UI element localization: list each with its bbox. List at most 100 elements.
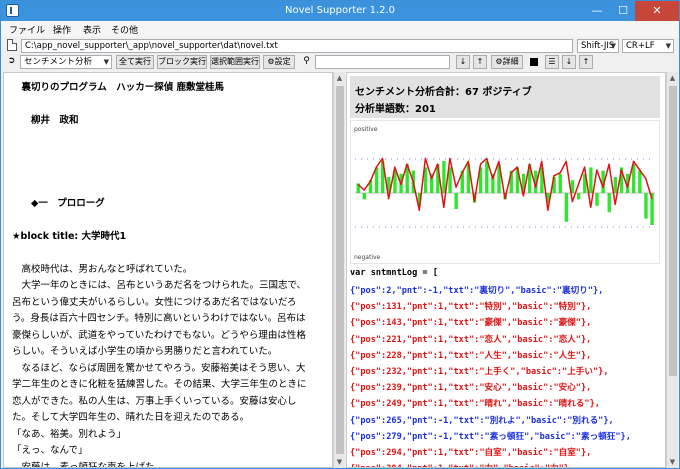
menu-view[interactable]: 表示 — [83, 23, 101, 36]
gear-icon: ⚙ — [267, 57, 275, 66]
toolbar: ➲ センチメント分析 ▼ 全て実行 ブロック実行 選択範囲実行 ⚙設定 ⚲ ↓ … — [1, 55, 679, 70]
close-button[interactable]: ✕ — [635, 1, 679, 21]
novel-line: 裏切りのプログラム ハッカー探偵 鹿敷堂桂馬 — [12, 82, 225, 93]
chart-bar — [558, 173, 562, 193]
path-bar: C:\app_novel_supporter\_app\novel_suppor… — [1, 37, 679, 54]
chart-bar — [644, 193, 648, 219]
log-entry: {"pos":304,"pnt":1,"txt":"力","basic":"力"… — [350, 462, 574, 467]
scroll-thumb[interactable] — [669, 86, 677, 376]
search-up-button[interactable]: ↑ — [473, 55, 487, 69]
chart-bar — [454, 193, 458, 209]
novel-line: 柳井 政和 — [12, 115, 79, 126]
settings-label: 設定 — [274, 57, 291, 66]
search-down-button[interactable]: ↓ — [456, 55, 470, 69]
scroll-up-button[interactable]: ↑ — [579, 55, 593, 69]
encoding-select[interactable]: Shift-JIS ▼ — [577, 39, 619, 53]
gear-icon: ⚙ — [495, 57, 503, 66]
log-entry: {"pos":279,"pnt":-1,"txt":"素っ頓狂","basic"… — [350, 431, 631, 442]
log-entry: {"pos":2,"pnt":-1,"txt":"裏切り","basic":"裏… — [350, 286, 604, 296]
menu-file[interactable]: ファイル — [9, 23, 45, 36]
file-path-input[interactable]: C:\app_novel_supporter\_app\novel_suppor… — [21, 39, 573, 53]
color-button[interactable] — [527, 55, 540, 69]
novel-line: なるほど、ならば周囲を驚かせてやろう。安藤裕美はそう思い、大 — [12, 362, 306, 374]
run-all-button[interactable]: 全て実行 — [116, 55, 154, 69]
analysis-pane: センチメント分析合計：67 ポジティブ 分析単語数：201 positive ne… — [346, 72, 666, 468]
run-selection-button[interactable]: 選択範囲実行 — [210, 55, 260, 69]
log-entry: {"pos":249,"pnt":1,"txt":"晴れ","basic":"晴… — [350, 399, 600, 410]
novel-line: 高校時代は、男おんなと呼ばれていた。 — [12, 263, 193, 275]
sentiment-total: センチメント分析合計：67 ポジティブ — [355, 87, 532, 98]
novel-line: ★block title: 大学時代1 — [12, 230, 127, 242]
novel-line: 「なあ、裕美。別れよう」 — [12, 428, 127, 440]
details-label: 詳細 — [502, 57, 519, 66]
arrow-down-icon: ↓ — [565, 57, 573, 66]
scroll-down-button[interactable]: ↓ — [562, 55, 576, 69]
log-header: var sntmntLog = [ — [350, 268, 438, 278]
novel-line: た。そして大学四年生の、晴れた日を迎えたのである。 — [12, 412, 250, 423]
arrow-up-icon: ↑ — [582, 57, 590, 66]
scroll-up-arrow-icon[interactable]: ▲ — [334, 72, 345, 84]
novel-line: 「えっ、なんで」 — [12, 445, 88, 456]
chevron-down-icon: ▼ — [665, 42, 671, 50]
file-icon — [7, 39, 17, 51]
log-entry: {"pos":239,"pnt":1,"txt":"安心","basic":"安… — [350, 383, 592, 394]
novel-line: 学二年生のときに化粧を猛練習した。その結果、大学三年生のときに — [12, 379, 307, 390]
negative-label: negative — [354, 254, 381, 261]
scroll-up-arrow-icon[interactable]: ▲ — [667, 72, 678, 84]
analysis-scrollbar[interactable]: ▲ ▼ — [666, 72, 678, 468]
chart-bar — [576, 193, 581, 200]
novel-line: 豪傑らしいが、武道をやっていたわけでもない。どうやら理由は性格 — [12, 329, 306, 341]
chart-bar — [442, 161, 446, 193]
log-entry: {"pos":232,"pnt":1,"txt":"上手く","basic":"… — [350, 367, 609, 377]
chart-bar — [589, 167, 593, 193]
scroll-down-arrow-icon[interactable]: ▼ — [334, 456, 345, 468]
minimize-button[interactable]: — — [584, 1, 610, 21]
log-entry: {"pos":221,"pnt":1,"txt":"恋人","basic":"恋… — [350, 334, 592, 345]
novel-line: らしい。そういえば小学生の頃から男勝りだと言われていた。 — [12, 346, 278, 357]
novel-line: 安藤は、素っ頓狂な声を上げた。 — [12, 461, 165, 468]
details-button[interactable]: ⚙詳細 — [491, 55, 523, 69]
run-icon[interactable]: ➲ — [5, 55, 18, 69]
mode-select[interactable]: センチメント分析 ▼ — [20, 55, 112, 69]
app-window: Novel Supporter 1.2.0 — ☐ ✕ ファイル 操作 表示 そ… — [0, 0, 680, 469]
positive-label: positive — [354, 126, 378, 133]
list-view-button[interactable]: ☰ — [545, 55, 559, 69]
newline-select[interactable]: CR+LF ▼ — [622, 39, 674, 53]
chart-bar — [595, 193, 599, 206]
novel-scrollbar[interactable]: ▲ ▼ — [333, 72, 345, 468]
novel-line: 呂布という偉丈夫がいるらしい。女性につけるあだ名ではないだろ — [12, 296, 297, 308]
menu-operation[interactable]: 操作 — [53, 23, 71, 36]
scroll-thumb[interactable] — [336, 86, 344, 454]
title-bar[interactable]: Novel Supporter 1.2.0 — ☐ ✕ — [1, 1, 679, 21]
scroll-down-arrow-icon[interactable]: ▼ — [667, 456, 678, 468]
log-entry: {"pos":143,"pnt":1,"txt":"豪傑","basic":"豪… — [350, 318, 592, 329]
novel-line: ◆一 プロローグ — [12, 197, 105, 209]
maximize-button[interactable]: ☐ — [610, 1, 636, 21]
menu-bar: ファイル 操作 表示 その他 — [1, 21, 679, 37]
chevron-down-icon: ▼ — [610, 42, 616, 50]
analysis-summary: センチメント分析合計：67 ポジティブ 分析単語数：201 — [350, 76, 660, 118]
mode-value: センチメント分析 — [24, 57, 93, 67]
chart-bar — [607, 193, 611, 213]
settings-button[interactable]: ⚙設定 — [263, 55, 295, 69]
window-title: Novel Supporter 1.2.0 — [284, 5, 396, 16]
chevron-down-icon: ▼ — [103, 58, 109, 66]
chart-bar — [638, 170, 642, 193]
log-entry: {"pos":228,"pnt":1,"txt":"人生","basic":"人… — [350, 350, 592, 361]
novel-text-area[interactable]: 裏切りのプログラム ハッカー探偵 鹿敷堂桂馬 柳井 政和 ◆一 プロローグ ★bl… — [3, 72, 333, 468]
novel-line: う。身長は百六十四センチ。特別に高いというわけではない。呂布は — [12, 313, 306, 324]
newline-value: CR+LF — [626, 41, 655, 51]
list-icon: ☰ — [548, 57, 556, 66]
log-entry: {"pos":265,"pnt":-1,"txt":"別れよ","basic":… — [350, 415, 614, 426]
sentiment-chart-svg: positive negative — [354, 126, 655, 261]
menu-other[interactable]: その他 — [111, 23, 138, 36]
search-input[interactable] — [315, 55, 450, 69]
run-block-button[interactable]: ブロック実行 — [157, 55, 207, 69]
novel-line: 大学一年のときには、呂布というあだ名をつけられた。三国志で、 — [12, 280, 307, 291]
log-entry: {"pos":131,"pnt":1,"txt":"特別","basic":"特… — [350, 302, 592, 313]
arrow-up-icon: ↑ — [476, 57, 484, 66]
chart-bar — [564, 193, 569, 222]
chart-bar — [362, 193, 367, 200]
encoding-value: Shift-JIS — [581, 41, 615, 51]
chart-bar — [485, 161, 489, 193]
